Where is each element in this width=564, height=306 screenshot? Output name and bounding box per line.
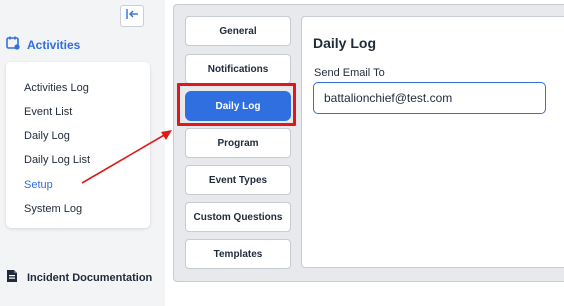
document-icon [6, 269, 18, 288]
tab-custom-questions[interactable]: Custom Questions [185, 202, 291, 232]
setup-panel: General Notifications Daily Log Program … [173, 4, 564, 282]
daily-log-title: Daily Log [313, 35, 377, 51]
send-email-input[interactable] [313, 82, 546, 114]
sidebar-item-daily-log[interactable]: Daily Log [24, 129, 70, 143]
sidebar-item-system-log[interactable]: System Log [24, 202, 82, 216]
sidebar-item-event-list[interactable]: Event List [24, 105, 72, 119]
sidebar-section-label: Activities [27, 38, 81, 52]
tab-daily-log[interactable]: Daily Log [185, 91, 291, 121]
send-email-label: Send Email To [314, 67, 385, 79]
daily-log-card: Daily Log Send Email To [301, 16, 564, 268]
tab-general[interactable]: General [185, 16, 291, 46]
sidebar-item-daily-log-list[interactable]: Daily Log List [24, 153, 90, 167]
sidebar-item-setup[interactable]: Setup [24, 178, 53, 192]
activities-submenu: Activities Log Event List Daily Log Dail… [6, 62, 150, 228]
sidebar-section-incident-documentation[interactable]: Incident Documentation [6, 269, 153, 288]
sidebar-section-activities[interactable]: Activities [6, 36, 80, 54]
tab-event-types[interactable]: Event Types [185, 165, 291, 195]
tab-program[interactable]: Program [185, 128, 291, 158]
sidebar-item-activities-log[interactable]: Activities Log [24, 81, 89, 95]
collapse-sidebar-button[interactable] [120, 5, 144, 27]
tab-notifications[interactable]: Notifications [185, 54, 291, 84]
collapse-left-icon [125, 7, 139, 25]
calendar-icon [6, 36, 20, 55]
sidebar: Activities Activities Log Event List Dai… [0, 0, 165, 306]
incident-documentation-label: Incident Documentation [27, 272, 153, 284]
tab-templates[interactable]: Templates [185, 239, 291, 269]
